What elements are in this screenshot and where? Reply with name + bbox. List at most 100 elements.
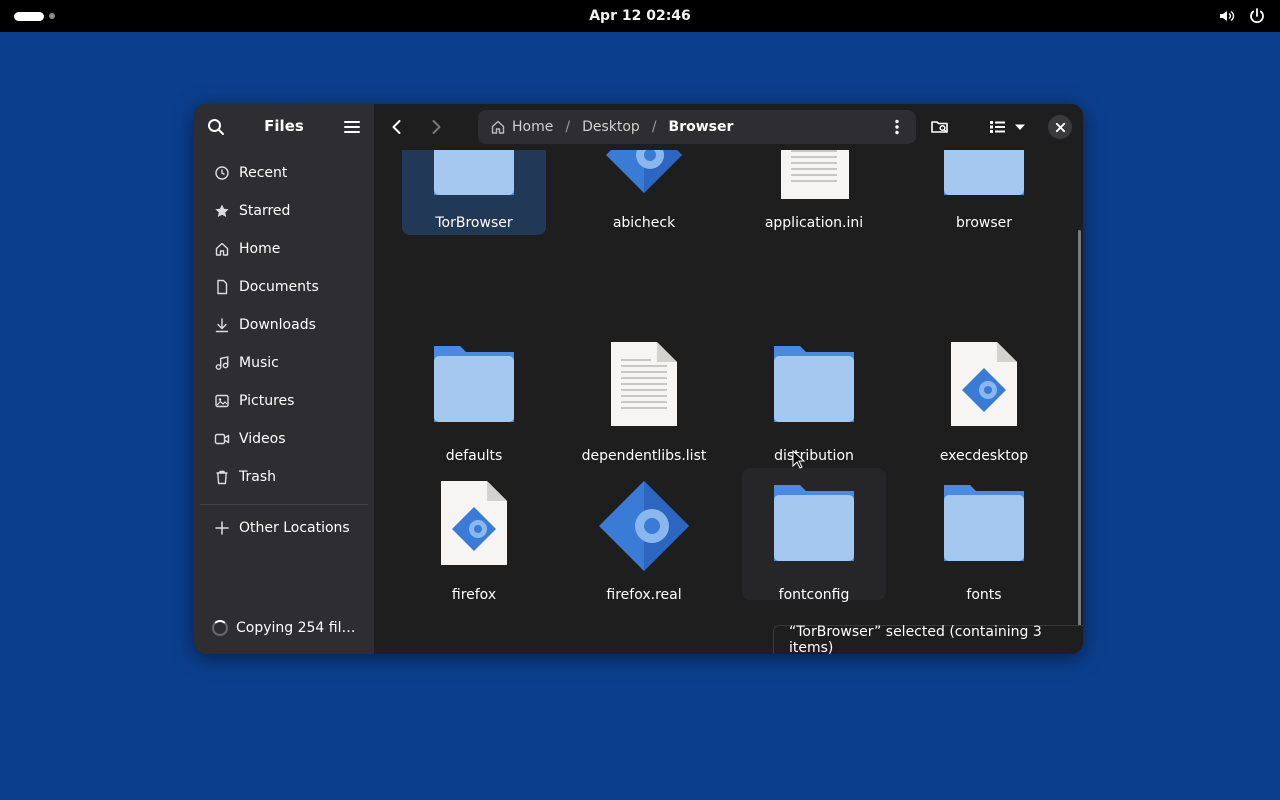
forward-icon[interactable] [426,117,446,137]
files-window: Files Recent Starred Home Documents Down… [194,104,1083,654]
file-grid[interactable]: TorBrowser abicheck application.ini brow… [374,150,1083,654]
list-view-icon[interactable] [987,117,1007,137]
file-name: defaults [445,448,503,464]
clock[interactable]: Apr 12 02:46 [540,0,740,32]
sidebar-item-pictures[interactable]: Pictures [200,382,368,420]
sidebar-item-music[interactable]: Music [200,344,368,382]
file-name: abicheck [612,215,676,231]
script-file-icon [441,481,507,565]
script-file-icon [951,342,1017,426]
sidebar-header: Files [194,104,374,150]
picture-icon [214,393,230,409]
operations-progress[interactable]: Copying 254 fil… [212,620,356,636]
sidebar-divider [200,504,368,505]
clock-icon [214,165,230,181]
file-name: browser [955,215,1012,231]
file-name: firefox [451,587,497,603]
sidebar-item-label: Other Locations [239,520,350,536]
breadcrumb-desktop[interactable]: Desktop [582,119,640,135]
folder-icon [774,485,854,561]
file-item[interactable]: TorBrowser [402,150,546,235]
sidebar-places: Recent Starred Home Documents Downloads … [200,154,368,496]
system-tray[interactable] [1218,7,1266,25]
sidebar-item-label: Music [239,355,279,371]
folder-icon [944,485,1024,561]
file-name: application.ini [764,215,864,231]
sidebar-item-label: Trash [239,469,276,485]
search-folder-icon[interactable] [930,117,950,137]
sidebar-item-videos[interactable]: Videos [200,420,368,458]
file-item[interactable]: browser [912,150,1056,235]
star-icon [214,203,230,219]
text-file-icon [781,150,849,199]
file-name: distribution [774,448,854,464]
power-icon[interactable] [1248,7,1266,25]
file-item[interactable]: firefox.real [572,475,716,607]
chevron-down-icon[interactable] [1010,117,1030,137]
breadcrumb-separator: / [565,119,571,135]
back-icon[interactable] [387,117,407,137]
file-name: dependentlibs.list [581,448,707,464]
path-bar[interactable]: Home / Desktop / Browser [478,110,916,144]
file-name: fontconfig [778,587,850,603]
sidebar-item-starred[interactable]: Starred [200,192,368,230]
folder-icon [944,150,1024,195]
sidebar-item-label: Recent [239,165,288,181]
executable-icon [606,150,682,193]
sidebar-item-trash[interactable]: Trash [200,458,368,496]
text-file-icon [611,342,677,426]
header-bar: Home / Desktop / Browser [374,104,1083,150]
document-icon [214,279,230,295]
hamburger-menu-icon[interactable] [342,117,362,137]
breadcrumb-home[interactable]: Home [490,119,553,135]
sidebar: Files Recent Starred Home Documents Down… [194,104,374,654]
sidebar-item-label: Starred [239,203,291,219]
sidebar-item-other-locations[interactable]: Other Locations [200,509,368,547]
folder-icon [434,150,514,195]
folder-icon [774,346,854,422]
spinner-icon [212,620,228,636]
activities-indicator[interactable] [14,10,64,22]
close-button[interactable] [1048,115,1072,139]
file-item[interactable]: firefox [402,475,546,607]
sidebar-item-recent[interactable]: Recent [200,154,368,192]
file-name: TorBrowser [435,215,513,231]
file-item[interactable]: distribution [742,336,886,468]
file-item[interactable]: dependentlibs.list [572,336,716,468]
file-item[interactable]: abicheck [572,150,716,235]
folder-icon [434,346,514,422]
file-item[interactable]: application.ini [742,150,886,235]
download-icon [214,317,230,333]
sidebar-item-label: Home [239,241,281,257]
progress-label: Copying 254 fil… [236,620,356,636]
workspace-pill-inactive [49,13,55,19]
sidebar-item-downloads[interactable]: Downloads [200,306,368,344]
sidebar-item-documents[interactable]: Documents [200,268,368,306]
search-icon[interactable] [206,117,226,137]
music-icon [214,355,230,371]
video-icon [214,431,230,447]
breadcrumb-separator: / [651,119,657,135]
scrollbar[interactable] [1078,230,1081,626]
sidebar-item-label: Documents [239,279,319,295]
file-item[interactable]: fonts [912,475,1056,607]
file-item[interactable]: fontconfig [742,468,886,603]
sidebar-item-label: Downloads [239,317,316,333]
file-item[interactable]: defaults [402,336,546,468]
breadcrumb-home-label: Home [512,119,554,135]
file-name: firefox.real [606,587,682,603]
volume-icon[interactable] [1218,7,1236,25]
home-icon [214,241,230,257]
close-icon [1055,122,1065,132]
home-icon [491,120,505,134]
more-vertical-icon[interactable] [888,118,906,136]
executable-icon [599,481,689,571]
sidebar-item-label: Pictures [239,393,295,409]
workspace-pill-active [14,11,44,21]
sidebar-other: Other Locations [200,509,368,547]
mouse-cursor-icon [792,450,806,469]
breadcrumb-current[interactable]: Browser [669,119,734,135]
top-bar: Apr 12 02:46 [0,0,1280,32]
sidebar-item-home[interactable]: Home [200,230,368,268]
file-item[interactable]: execdesktop [912,336,1056,468]
